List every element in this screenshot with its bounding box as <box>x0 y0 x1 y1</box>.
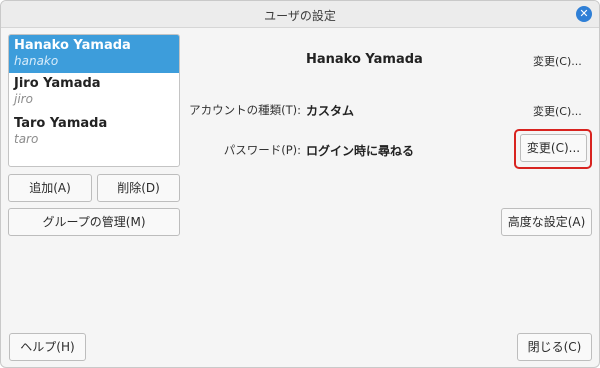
change-name-button[interactable]: 変更(C)... <box>533 53 582 69</box>
title-bar: ユーザの設定 ✕ <box>1 1 599 28</box>
user-list[interactable]: Hanako Yamada hanako Jiro Yamada jiro Ta… <box>8 34 180 167</box>
delete-user-button[interactable]: 削除(D) <box>97 174 180 202</box>
selected-user-full-name: Hanako Yamada <box>306 52 423 67</box>
help-button[interactable]: ヘルプ(H) <box>9 333 86 361</box>
manage-groups-button[interactable]: グループの管理(M) <box>8 208 180 236</box>
user-full-name: Hanako Yamada <box>14 38 131 53</box>
change-password-button[interactable]: 変更(C)... <box>520 134 587 162</box>
change-account-type-button[interactable]: 変更(C)... <box>533 103 582 119</box>
close-button[interactable]: 閉じる(C) <box>517 333 592 361</box>
user-login-name: taro <box>14 132 39 146</box>
window-title: ユーザの設定 <box>264 9 336 23</box>
advanced-settings-button[interactable]: 高度な設定(A) <box>501 208 592 236</box>
user-login-name: hanako <box>14 54 59 68</box>
account-type-label: アカウントの種類(T): <box>189 103 301 117</box>
user-full-name: Jiro Yamada <box>14 76 101 91</box>
password-label: パスワード(P): <box>223 143 301 157</box>
user-settings-window: ユーザの設定 ✕ Hanako Yamada hanako Jiro Yamad… <box>0 0 600 368</box>
add-user-button[interactable]: 追加(A) <box>8 174 92 202</box>
user-list-item-taro[interactable]: Taro Yamada taro <box>9 113 179 151</box>
user-list-item-jiro[interactable]: Jiro Yamada jiro <box>9 73 179 111</box>
user-full-name: Taro Yamada <box>14 116 108 131</box>
account-type-value: カスタム <box>306 104 355 118</box>
close-icon[interactable]: ✕ <box>576 6 592 22</box>
user-list-item-hanako[interactable]: Hanako Yamada hanako <box>9 35 179 73</box>
user-login-name: jiro <box>14 92 33 106</box>
password-value: ログイン時に尋ねる <box>306 144 415 158</box>
